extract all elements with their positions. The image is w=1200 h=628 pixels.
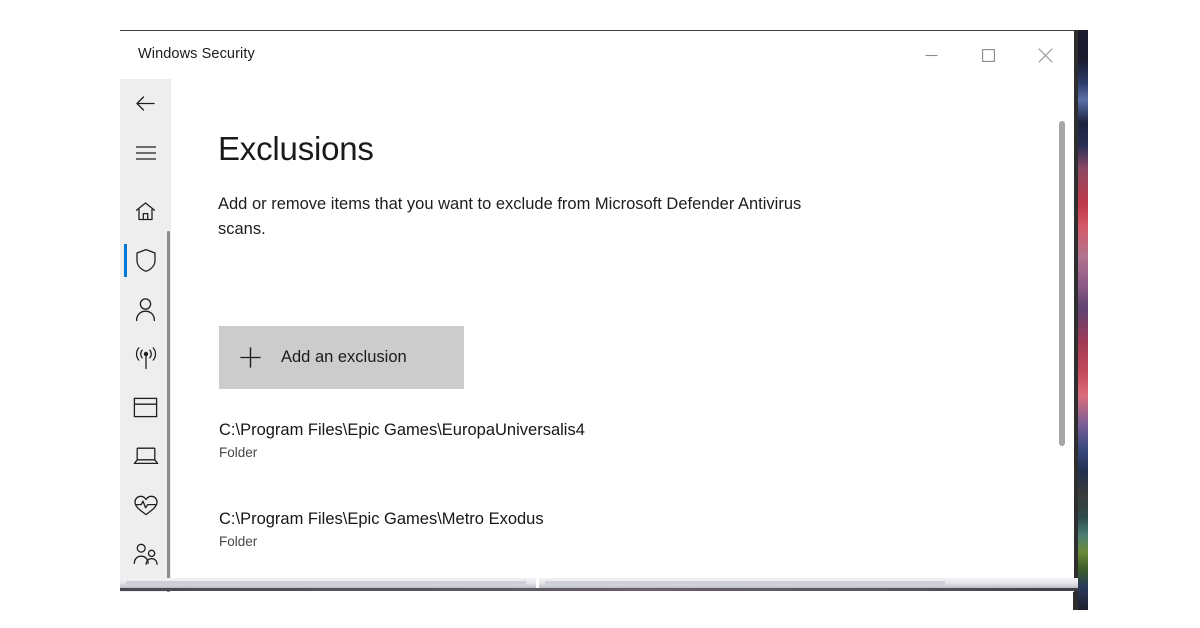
desktop-wallpaper (1078, 30, 1088, 610)
family-people-icon (133, 543, 158, 565)
exclusion-type: Folder (219, 534, 258, 549)
page-title: Exclusions (218, 130, 374, 167)
navigation-sidebar (120, 79, 171, 592)
sidebar-scrollbar[interactable] (167, 231, 170, 592)
bottom-strip-chip-left (126, 581, 526, 585)
plus-icon (239, 347, 261, 368)
exclusion-path: C:\Program Files\Epic Games\Metro Exodus (219, 510, 544, 528)
minimize-icon (925, 54, 938, 56)
home-icon (135, 202, 156, 221)
maximize-icon (982, 48, 995, 62)
sidebar-item-account-protection[interactable] (120, 285, 171, 334)
app-window-icon (133, 397, 158, 418)
plus-icon-wrapper (219, 346, 281, 369)
window-title: Windows Security (138, 46, 255, 62)
title-bar[interactable]: Windows Security (120, 31, 1074, 79)
exclusion-type: Folder (219, 445, 258, 460)
close-button[interactable] (1017, 31, 1074, 79)
wifi-signal-icon (135, 346, 156, 369)
sidebar-item-device-security[interactable] (120, 432, 171, 481)
heart-pulse-icon (133, 495, 158, 516)
back-arrow-icon (136, 96, 155, 111)
sidebar-item-family-options[interactable] (120, 530, 171, 579)
exclusion-path: C:\Program Files\Epic Games\EuropaUniver… (219, 421, 585, 439)
sidebar-item-firewall-and-network-protection[interactable] (120, 334, 171, 383)
minimize-button[interactable] (903, 31, 960, 79)
sidebar-item-menu[interactable] (120, 128, 171, 177)
sidebar-item-virus-and-threat-protection[interactable] (120, 236, 171, 285)
caption-button-group (903, 31, 1074, 79)
sidebar-item-app-and-browser-control[interactable] (120, 383, 171, 432)
list-item[interactable]: C:\Program Files\Epic Games\Metro Exodus… (219, 508, 979, 552)
page-description: Add or remove items that you want to exc… (218, 195, 802, 238)
content-scrollbar-track[interactable] (1059, 79, 1070, 592)
screen: Windows Security Exclusions Add or remov… (0, 0, 1200, 628)
sidebar-item-device-performance-and-health[interactable] (120, 481, 171, 530)
hamburger-menu-icon (135, 145, 156, 160)
content-scrollbar-thumb[interactable] (1059, 121, 1065, 446)
bottom-border-line (120, 588, 1078, 591)
laptop-icon (133, 447, 158, 465)
maximize-button[interactable] (960, 31, 1017, 79)
windows-security-window: Windows Security Exclusions Add or remov… (120, 30, 1074, 592)
sidebar-item-back[interactable] (120, 79, 171, 128)
close-icon (1038, 47, 1053, 63)
main-content: Exclusions Add or remove items that you … (171, 79, 1074, 592)
exclusion-list: C:\Program Files\Epic Games\EuropaUniver… (219, 419, 979, 592)
list-item[interactable]: C:\Program Files\Epic Games\EuropaUniver… (219, 419, 979, 463)
person-icon (135, 298, 156, 322)
shield-icon (135, 248, 156, 272)
sidebar-item-home[interactable] (120, 187, 171, 236)
add-exclusion-label: Add an exclusion (281, 348, 407, 366)
bottom-strip-chip-right (545, 581, 945, 585)
add-exclusion-button[interactable]: Add an exclusion (219, 326, 464, 389)
